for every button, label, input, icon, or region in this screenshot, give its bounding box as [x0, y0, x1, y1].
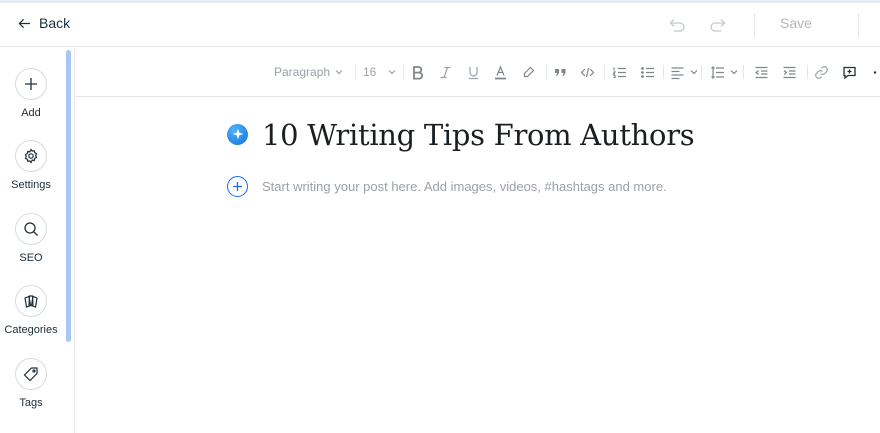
toolbar-divider [807, 65, 808, 79]
editor-header: Back Save [0, 3, 880, 47]
settings-circle [15, 140, 47, 172]
highlight-button[interactable] [521, 63, 536, 81]
categories-icon [24, 295, 38, 308]
sparkle-icon [232, 128, 243, 140]
chevron-down-icon [690, 70, 698, 75]
italic-button[interactable] [438, 63, 453, 81]
formatting-toolbar: Paragraph 16 [76, 48, 880, 97]
sidebar-scrollbar[interactable] [66, 50, 71, 342]
comment-button[interactable] [842, 63, 857, 81]
post-body-row: Start writing your post here. Add images… [227, 176, 667, 197]
text-color-icon [495, 64, 506, 79]
increase-indent-button[interactable] [782, 63, 797, 81]
tags-circle [15, 358, 47, 390]
link-button[interactable] [814, 63, 829, 81]
toolbar-divider [743, 65, 744, 79]
font-size-dropdown[interactable]: 16 [363, 63, 396, 81]
back-label: Back [39, 15, 71, 31]
chevron-down-icon [730, 70, 738, 75]
arrow-left-icon [18, 18, 31, 28]
line-spacing-dropdown[interactable] [710, 63, 738, 81]
sidebar-item-label: Settings [11, 179, 51, 191]
sidebar-item-label: Add [21, 107, 41, 119]
save-button[interactable]: Save [780, 15, 812, 31]
sidebar-item-label: Tags [19, 397, 43, 409]
sidebar-item-categories[interactable]: Categories [0, 285, 62, 336]
align-icon [671, 66, 684, 79]
decrease-indent-icon [755, 66, 768, 78]
search-icon [24, 222, 38, 236]
header-divider [858, 13, 859, 36]
quote-button[interactable] [553, 63, 568, 81]
gear-icon [24, 148, 38, 164]
more-button[interactable] [871, 63, 880, 81]
link-icon [815, 65, 828, 79]
ai-assistant-button[interactable] [227, 123, 248, 145]
numbered-list-icon [612, 67, 626, 78]
toolbar-divider [604, 65, 605, 79]
comment-icon [843, 66, 856, 79]
chevron-down-icon [388, 70, 396, 75]
underline-icon [469, 66, 478, 79]
decrease-indent-button[interactable] [754, 63, 769, 81]
toolbar-divider [546, 65, 547, 79]
left-sidebar: Add Settings SEO Categories Tags [0, 48, 75, 433]
tag-icon [23, 367, 38, 382]
sidebar-item-settings[interactable]: Settings [0, 140, 62, 191]
sidebar-item-seo[interactable]: SEO [0, 213, 62, 264]
toolbar-divider [663, 65, 664, 79]
paragraph-style-dropdown[interactable]: Paragraph [274, 63, 343, 81]
bulleted-list-icon [641, 66, 654, 78]
plus-icon [233, 182, 242, 191]
increase-indent-icon [783, 66, 796, 78]
toolbar-divider [355, 65, 356, 79]
sidebar-item-label: SEO [19, 252, 43, 264]
plus-icon [25, 78, 37, 90]
add-circle [15, 68, 47, 100]
sidebar-item-tags[interactable]: Tags [0, 358, 62, 409]
redo-icon[interactable] [708, 15, 728, 35]
bold-button[interactable] [410, 63, 425, 81]
seo-circle [15, 213, 47, 245]
chevron-down-icon [335, 70, 343, 75]
add-content-button[interactable] [227, 176, 248, 197]
back-button[interactable]: Back [18, 15, 70, 31]
text-color-button[interactable] [493, 63, 508, 81]
numbered-list-button[interactable] [612, 63, 627, 81]
toolbar-divider [403, 65, 404, 79]
toolbar-divider [701, 65, 702, 79]
post-title-row: 10 Writing Tips From Authors [227, 118, 695, 152]
more-icon [873, 70, 877, 74]
font-size-value: 16 [363, 65, 377, 79]
header-divider [754, 13, 755, 36]
align-dropdown[interactable] [670, 63, 698, 81]
sidebar-item-add[interactable]: Add [0, 68, 62, 119]
post-title[interactable]: 10 Writing Tips From Authors [262, 118, 695, 152]
undo-icon[interactable] [667, 15, 687, 35]
highlight-icon [523, 66, 535, 77]
paragraph-style-value: Paragraph [274, 65, 331, 79]
italic-icon [440, 66, 451, 78]
quote-icon [555, 68, 566, 76]
bold-icon [413, 65, 424, 79]
underline-button[interactable] [466, 63, 481, 81]
categories-circle [15, 285, 47, 317]
line-spacing-icon [711, 65, 724, 79]
sidebar-item-label: Categories [4, 324, 58, 336]
post-body-placeholder[interactable]: Start writing your post here. Add images… [262, 179, 667, 194]
bulleted-list-button[interactable] [640, 63, 655, 81]
code-button[interactable] [580, 63, 595, 81]
code-icon [580, 67, 595, 77]
